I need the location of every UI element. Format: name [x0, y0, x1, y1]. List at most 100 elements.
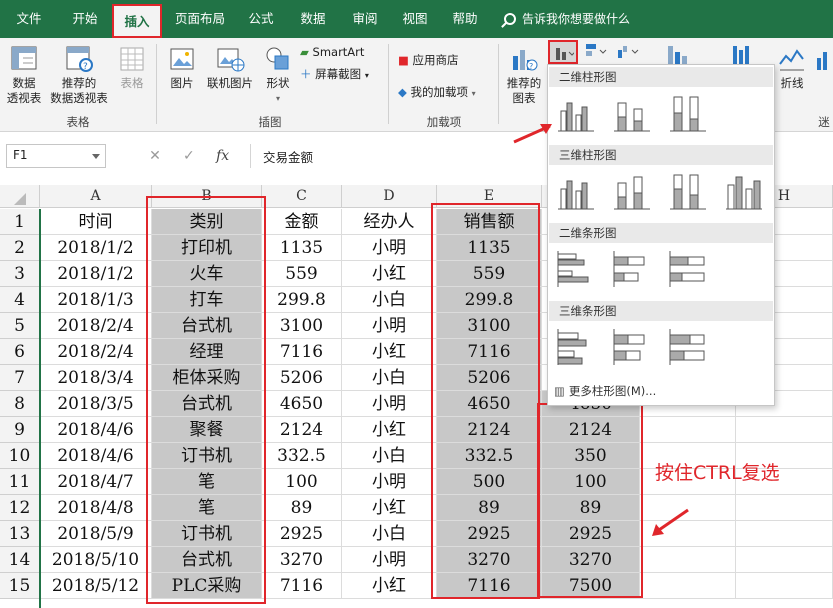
- column-header-c[interactable]: C: [262, 185, 342, 208]
- 3d-stacked-bar-icon[interactable]: [612, 327, 652, 367]
- cell-a9[interactable]: 2018/4/6: [40, 417, 152, 443]
- column-header-b[interactable]: B: [152, 185, 262, 208]
- cell-c10[interactable]: 332.5: [262, 443, 342, 469]
- cell-d8[interactable]: 小明: [342, 391, 437, 417]
- cell-a11[interactable]: 2018/4/7: [40, 469, 152, 495]
- tab-help[interactable]: 帮助: [444, 0, 486, 38]
- cell-c5[interactable]: 3100: [262, 313, 342, 339]
- pivot-table-button[interactable]: 数据 透视表: [4, 44, 44, 106]
- cell-a6[interactable]: 2018/2/4: [40, 339, 152, 365]
- cell-c15[interactable]: 7116: [262, 573, 342, 599]
- column-sparkline-button[interactable]: [814, 44, 833, 76]
- tab-home[interactable]: 开始: [58, 0, 112, 38]
- cell-a14[interactable]: 2018/5/10: [40, 547, 152, 573]
- cell-empty[interactable]: [736, 547, 833, 573]
- tab-formulas[interactable]: 公式: [238, 0, 284, 38]
- cell-a13[interactable]: 2018/5/9: [40, 521, 152, 547]
- cell-f10[interactable]: 350: [542, 443, 640, 469]
- percent-stacked-bar-icon[interactable]: [668, 249, 708, 289]
- row-header[interactable]: 12: [0, 495, 40, 521]
- cell-f12[interactable]: 89: [542, 495, 640, 521]
- cell-d10[interactable]: 小白: [342, 443, 437, 469]
- cell-a12[interactable]: 2018/4/8: [40, 495, 152, 521]
- cell-b11[interactable]: 笔: [152, 469, 262, 495]
- cell-e11[interactable]: 500: [437, 469, 542, 495]
- cell-b4[interactable]: 打车: [152, 287, 262, 313]
- cell-c12[interactable]: 89: [262, 495, 342, 521]
- cell-c13[interactable]: 2925: [262, 521, 342, 547]
- cell-empty[interactable]: [640, 417, 736, 443]
- line-sparkline-button[interactable]: 折线: [774, 44, 810, 91]
- cell-b10[interactable]: 订书机: [152, 443, 262, 469]
- cell-c3[interactable]: 559: [262, 261, 342, 287]
- cell-e8[interactable]: 4650: [437, 391, 542, 417]
- statistic-chart-button[interactable]: [614, 42, 644, 64]
- cell-empty[interactable]: [736, 417, 833, 443]
- cell-a3[interactable]: 2018/1/2: [40, 261, 152, 287]
- column-header-d[interactable]: D: [342, 185, 437, 208]
- cell-c7[interactable]: 5206: [262, 365, 342, 391]
- cell-d9[interactable]: 小红: [342, 417, 437, 443]
- my-addins-button[interactable]: ◆ 我的加载项 ▾: [398, 84, 476, 102]
- more-column-charts-link[interactable]: ▥ 更多柱形图(M)...: [554, 383, 656, 399]
- clustered-column-icon[interactable]: [556, 93, 596, 133]
- row-header[interactable]: 2: [0, 235, 40, 261]
- cell-c2[interactable]: 1135: [262, 235, 342, 261]
- cell-e7[interactable]: 5206: [437, 365, 542, 391]
- cell-d11[interactable]: 小明: [342, 469, 437, 495]
- row-header[interactable]: 11: [0, 469, 40, 495]
- cell-empty[interactable]: [640, 547, 736, 573]
- cell-empty[interactable]: [736, 573, 833, 599]
- cell-c14[interactable]: 3270: [262, 547, 342, 573]
- cell-a10[interactable]: 2018/4/6: [40, 443, 152, 469]
- cell-d6[interactable]: 小红: [342, 339, 437, 365]
- cell-empty[interactable]: [736, 521, 833, 547]
- cell-f11[interactable]: 100: [542, 469, 640, 495]
- cell-d3[interactable]: 小红: [342, 261, 437, 287]
- cell-e2[interactable]: 1135: [437, 235, 542, 261]
- cell-a1[interactable]: 时间: [40, 209, 152, 235]
- row-header[interactable]: 13: [0, 521, 40, 547]
- cell-empty[interactable]: [640, 573, 736, 599]
- row-header[interactable]: 9: [0, 417, 40, 443]
- row-header[interactable]: 4: [0, 287, 40, 313]
- formula-input[interactable]: 交易金额: [250, 144, 550, 168]
- screenshot-button[interactable]: ＋ 屏幕截图 ▾: [300, 66, 369, 84]
- cancel-icon[interactable]: ✕: [140, 144, 170, 168]
- cell-f13[interactable]: 2925: [542, 521, 640, 547]
- tab-insert[interactable]: 插入: [114, 6, 160, 38]
- cell-b7[interactable]: 柜体采购: [152, 365, 262, 391]
- name-box[interactable]: F1: [6, 144, 106, 168]
- app-store-button[interactable]: ■ 应用商店: [398, 52, 459, 68]
- row-header[interactable]: 3: [0, 261, 40, 287]
- cell-e13[interactable]: 2925: [437, 521, 542, 547]
- enter-icon[interactable]: ✓: [174, 144, 204, 168]
- cell-e12[interactable]: 89: [437, 495, 542, 521]
- row-header[interactable]: 10: [0, 443, 40, 469]
- cell-f9[interactable]: 2124: [542, 417, 640, 443]
- tab-file[interactable]: 文件: [0, 0, 58, 38]
- cell-d5[interactable]: 小明: [342, 313, 437, 339]
- stacked-column-icon[interactable]: [612, 93, 652, 133]
- cell-d13[interactable]: 小白: [342, 521, 437, 547]
- chevron-down-icon[interactable]: [92, 154, 100, 159]
- cell-e1[interactable]: 销售额: [437, 209, 542, 235]
- cell-b12[interactable]: 笔: [152, 495, 262, 521]
- cell-a2[interactable]: 2018/1/2: [40, 235, 152, 261]
- cell-a7[interactable]: 2018/3/4: [40, 365, 152, 391]
- cell-a8[interactable]: 2018/3/5: [40, 391, 152, 417]
- shapes-button[interactable]: 形状 ▾: [260, 44, 296, 106]
- cell-b9[interactable]: 聚餐: [152, 417, 262, 443]
- cell-b8[interactable]: 台式机: [152, 391, 262, 417]
- cell-d15[interactable]: 小红: [342, 573, 437, 599]
- bar-chart-button[interactable]: [582, 42, 612, 64]
- stacked-bar-icon[interactable]: [612, 249, 652, 289]
- cell-a4[interactable]: 2018/1/3: [40, 287, 152, 313]
- cell-b3[interactable]: 火车: [152, 261, 262, 287]
- 3d-column-icon[interactable]: [724, 171, 764, 211]
- cell-d12[interactable]: 小红: [342, 495, 437, 521]
- cell-f14[interactable]: 3270: [542, 547, 640, 573]
- tell-me-search[interactable]: 告诉我你想要做什么: [504, 0, 630, 38]
- cell-e9[interactable]: 2124: [437, 417, 542, 443]
- cell-b14[interactable]: 台式机: [152, 547, 262, 573]
